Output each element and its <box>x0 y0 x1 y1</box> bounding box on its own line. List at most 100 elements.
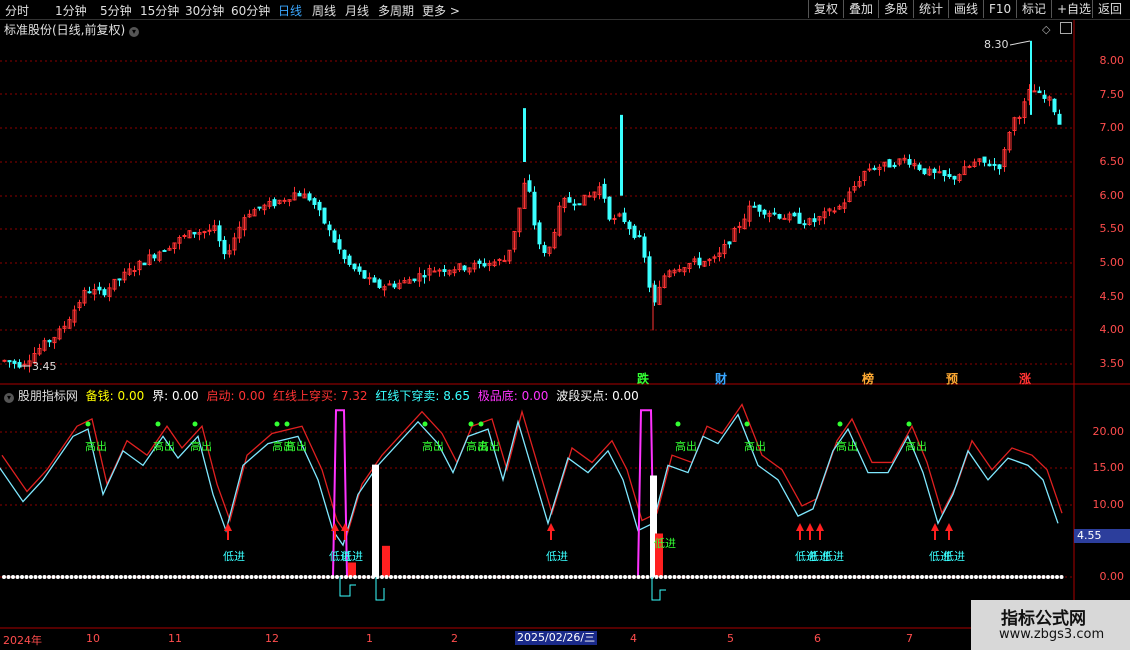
zero-dot <box>15 575 20 579</box>
zero-dot <box>276 575 281 579</box>
zero-dot <box>416 575 420 579</box>
candle-body <box>607 196 612 220</box>
event-marker[interactable]: 财 <box>715 370 727 387</box>
zero-dot <box>155 575 159 579</box>
zero-dot <box>609 575 614 579</box>
zero-dot <box>51 575 56 579</box>
zero-dot <box>87 575 92 579</box>
zero-dot <box>461 575 465 579</box>
zero-dot <box>29 575 33 579</box>
zero-dot <box>1046 575 1050 579</box>
buy-arrow <box>816 523 824 531</box>
event-marker[interactable]: 预 <box>946 370 958 387</box>
y-tick: 6.00 <box>1099 189 1125 202</box>
zero-dot <box>483 575 488 579</box>
zero-dot <box>1059 575 1064 579</box>
candle-body <box>207 229 212 232</box>
zero-dot <box>78 575 83 579</box>
zero-dot <box>240 575 245 579</box>
zero-dot <box>983 575 987 579</box>
candle-body <box>182 235 187 238</box>
zero-dot <box>803 575 807 579</box>
candle-body <box>412 278 417 282</box>
zero-dot <box>920 575 924 579</box>
zero-dot <box>776 575 780 579</box>
zero-dot <box>186 575 191 579</box>
zero-dot <box>861 575 866 579</box>
candle-body <box>477 260 482 264</box>
candle-body <box>362 270 367 279</box>
event-marker[interactable]: 榜 <box>862 370 874 387</box>
signal-high: 高出 <box>153 440 175 453</box>
zero-dot <box>888 575 893 579</box>
zero-dot <box>501 575 506 579</box>
zero-dot <box>569 575 573 579</box>
cursor-date-label: 2025/02/26/三 <box>515 631 598 645</box>
event-marker[interactable]: 涨 <box>1019 370 1031 387</box>
signal-low: 低进 <box>546 550 568 563</box>
y-tick: 5.50 <box>1099 222 1125 235</box>
step-line <box>375 577 385 601</box>
zero-dot <box>600 575 605 579</box>
zero-dot <box>942 575 947 579</box>
x-tick: 7 <box>906 632 913 645</box>
current-value-box: 4.55 <box>1074 529 1130 543</box>
candle-body <box>142 262 147 266</box>
signal-high: 高出 <box>675 440 697 453</box>
candle-body <box>102 289 107 296</box>
param-name: 红线下穿卖: <box>375 389 440 403</box>
candle-body <box>727 241 732 245</box>
zero-dot <box>875 575 879 579</box>
candle-body <box>772 212 777 215</box>
candle-body <box>437 269 442 272</box>
zero-dot <box>830 575 834 579</box>
candle-body <box>192 231 197 235</box>
zero-dot <box>353 575 357 579</box>
zero-dot <box>924 575 929 579</box>
y-tick: 7.50 <box>1099 88 1125 101</box>
signal-high: 高出 <box>190 440 212 453</box>
zero-dot <box>510 575 515 579</box>
zero-dot <box>911 575 915 579</box>
zero-dot <box>951 575 956 579</box>
event-marker[interactable]: 跌 <box>637 370 649 387</box>
zero-dot <box>663 575 668 579</box>
signal-dot <box>422 421 428 427</box>
candle-body <box>217 225 222 242</box>
candle-body <box>802 223 807 226</box>
candle-body <box>792 212 797 217</box>
zero-dot <box>1041 575 1046 579</box>
zero-dot <box>785 575 789 579</box>
zero-dot <box>452 575 456 579</box>
zero-dot <box>758 575 762 579</box>
x-tick: 1 <box>366 632 373 645</box>
zero-dot <box>429 575 434 579</box>
candle-body <box>347 255 352 265</box>
x-tick: 6 <box>814 632 821 645</box>
zero-dot <box>956 575 960 579</box>
zero-dot <box>249 575 254 579</box>
param-name: 启动: <box>206 389 235 403</box>
candle-body <box>202 231 207 234</box>
zero-dot <box>438 575 443 579</box>
zero-dot <box>488 575 492 579</box>
signal-high: 高出 <box>422 440 444 453</box>
candle-body <box>947 174 952 177</box>
zero-dot <box>708 575 713 579</box>
zero-dot <box>159 575 164 579</box>
zero-dot <box>285 575 290 579</box>
chevron-down-icon[interactable]: ▾ <box>4 393 14 403</box>
zero-dot <box>362 575 366 579</box>
signal-dot <box>274 421 280 427</box>
zero-dot <box>384 575 389 579</box>
candle-body <box>887 159 892 168</box>
zero-dot <box>578 575 582 579</box>
zero-dot <box>537 575 542 579</box>
zero-dot <box>560 575 564 579</box>
signal-low: 低进 <box>822 550 844 563</box>
zero-dot <box>870 575 875 579</box>
candle-body <box>132 270 137 273</box>
watermark-title: 指标公式网 <box>1001 609 1086 629</box>
zero-dot <box>267 575 272 579</box>
zero-dot <box>1001 575 1005 579</box>
